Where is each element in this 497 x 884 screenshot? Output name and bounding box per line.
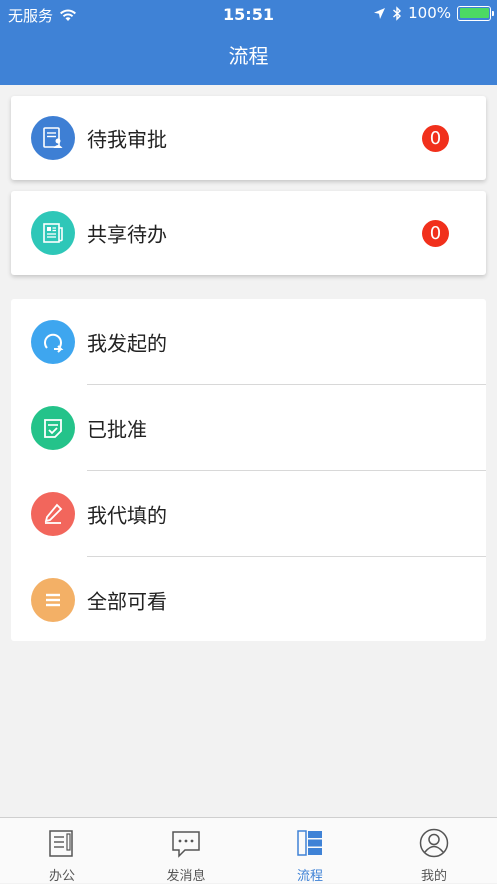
newspaper-icon bbox=[31, 211, 75, 255]
tab-label: 发消息 bbox=[166, 869, 206, 884]
card-row: 待我审批 0 bbox=[11, 96, 486, 180]
message-bubble-icon bbox=[172, 831, 200, 858]
card-row: 共享待办 0 bbox=[11, 191, 486, 275]
card-label: 共享待办 bbox=[87, 222, 167, 247]
office-doc-icon bbox=[49, 830, 73, 857]
count-badge: 0 bbox=[422, 220, 449, 247]
list-item-all-viewable[interactable]: 全部可看 bbox=[11, 557, 486, 643]
process-icon bbox=[297, 830, 322, 856]
battery-percent: 100% bbox=[408, 4, 451, 22]
count-badge: 0 bbox=[422, 125, 449, 152]
status-right: 100% bbox=[373, 4, 494, 22]
list-item-label: 已批准 bbox=[87, 417, 147, 442]
location-arrow-icon bbox=[374, 7, 386, 19]
tab-send-message[interactable]: 发消息 bbox=[124, 818, 248, 884]
battery-icon bbox=[457, 5, 494, 21]
card-label: 待我审批 bbox=[87, 127, 167, 152]
card-shared-todo[interactable]: 共享待办 0 bbox=[11, 191, 486, 275]
tab-label: 办公 bbox=[48, 869, 75, 884]
card-pending-approval[interactable]: 待我审批 0 bbox=[11, 96, 486, 180]
list-item-label: 我代填的 bbox=[87, 503, 167, 528]
page-title: 流程 bbox=[228, 44, 269, 68]
tab-mine[interactable]: 我的 bbox=[372, 818, 496, 884]
bluetooth-icon bbox=[393, 5, 402, 21]
list-item-label: 我发起的 bbox=[87, 331, 167, 356]
approval-doc-icon bbox=[31, 116, 75, 160]
initiated-arrow-icon bbox=[31, 320, 75, 364]
tab-office[interactable]: 办公 bbox=[0, 818, 124, 884]
status-bar: 无服务 15:51 100% bbox=[0, 0, 497, 28]
tab-label: 流程 bbox=[296, 869, 323, 884]
pencil-icon bbox=[31, 492, 75, 536]
tab-process[interactable]: 流程 bbox=[248, 818, 372, 884]
process-list: 我发起的 已批准 我代填的 全部可看 bbox=[11, 299, 486, 641]
list-item-filled-on-behalf[interactable]: 我代填的 bbox=[11, 471, 486, 557]
tab-label: 我的 bbox=[420, 869, 447, 884]
list-item-approved[interactable]: 已批准 bbox=[11, 385, 486, 471]
approved-check-icon bbox=[31, 406, 75, 450]
list-icon bbox=[31, 578, 75, 622]
list-item-initiated[interactable]: 我发起的 bbox=[11, 299, 486, 385]
profile-icon bbox=[419, 828, 449, 858]
header: 无服务 15:51 100% 流程 bbox=[0, 0, 497, 85]
list-item-label: 全部可看 bbox=[87, 589, 167, 614]
tab-bar: 办公 发消息 流程 我的 bbox=[0, 817, 497, 884]
